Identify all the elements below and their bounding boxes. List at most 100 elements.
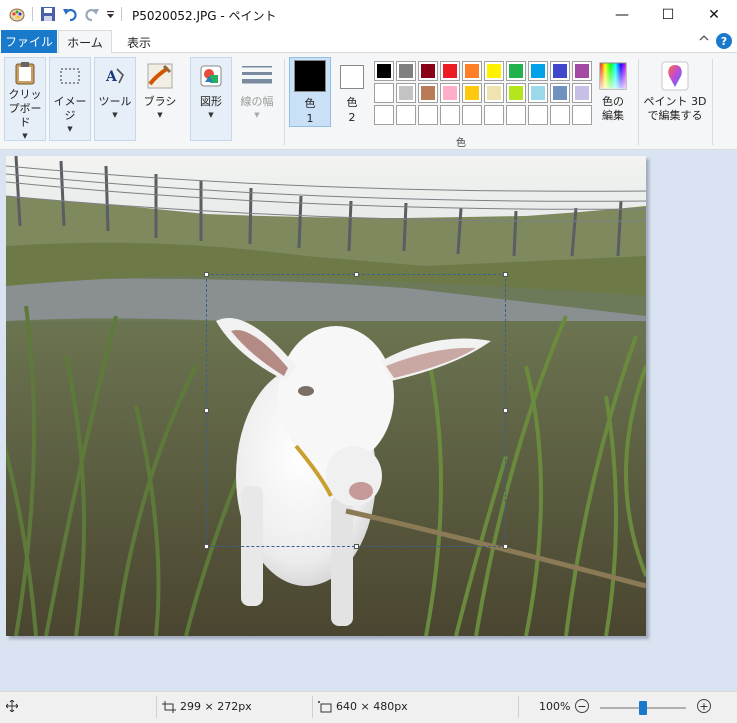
group-separator (712, 59, 713, 145)
undo-icon[interactable] (59, 4, 81, 24)
palette-empty-swatch[interactable] (440, 105, 460, 125)
palette-color-swatch[interactable] (440, 83, 460, 103)
maximize-button[interactable]: ☐ (645, 0, 691, 29)
resize-handle[interactable] (204, 408, 209, 413)
save-icon[interactable] (37, 4, 59, 24)
palette-color-swatch[interactable] (374, 83, 394, 103)
palette-color-swatch[interactable] (528, 61, 548, 81)
palette-color-swatch[interactable] (418, 83, 438, 103)
swatch-fill (575, 108, 589, 122)
swatch-fill (421, 108, 435, 122)
collapse-ribbon-icon[interactable] (699, 32, 709, 45)
help-icon[interactable]: ? (716, 33, 732, 49)
paint3d-icon (659, 60, 691, 92)
paint-app-icon[interactable] (6, 4, 28, 24)
paint3d-label-1: ペイント 3D (643, 95, 707, 108)
palette-empty-swatch[interactable] (506, 105, 526, 125)
swatch-fill (443, 86, 457, 100)
cursor-position-icon (6, 700, 18, 712)
color2-selector[interactable]: 色 2 (331, 57, 373, 127)
chevron-down-icon: ▼ (208, 111, 214, 119)
tools-label: ツール (98, 95, 132, 108)
clipboard-button[interactable]: クリップボード ▼ (4, 57, 46, 141)
swatch-fill (509, 86, 523, 100)
tab-view[interactable]: 表示 (114, 30, 164, 54)
swatch-fill (399, 64, 413, 78)
palette-empty-swatch[interactable] (374, 105, 394, 125)
swatch-fill (575, 64, 589, 78)
palette-color-swatch[interactable] (440, 61, 460, 81)
palette-color-swatch[interactable] (528, 83, 548, 103)
swatch-fill (509, 108, 523, 122)
edit-colors-button[interactable]: 色の 編集 (594, 57, 632, 141)
palette-color-swatch[interactable] (484, 83, 504, 103)
shapes-label: 図形 (200, 95, 222, 108)
svg-text:A: A (105, 69, 118, 85)
palette-color-swatch[interactable] (506, 61, 526, 81)
shapes-button[interactable]: 図形 ▼ (190, 57, 232, 141)
palette-color-swatch[interactable] (462, 61, 482, 81)
color-palette (374, 61, 592, 125)
status-separator (518, 696, 519, 718)
redo-icon[interactable] (81, 4, 103, 24)
selection-rectangle[interactable] (204, 272, 508, 549)
minimize-button[interactable]: — (599, 0, 645, 29)
tab-file[interactable]: ファイル (1, 30, 57, 53)
swatch-fill (531, 64, 545, 78)
resize-handle[interactable] (204, 272, 209, 277)
swatch-fill (377, 86, 391, 100)
zoom-slider[interactable] (600, 701, 686, 715)
palette-color-swatch[interactable] (506, 83, 526, 103)
palette-empty-swatch[interactable] (418, 105, 438, 125)
resize-handle[interactable] (204, 544, 209, 549)
paint3d-label-2: で編集する (647, 109, 703, 122)
palette-color-swatch[interactable] (374, 61, 394, 81)
palette-color-swatch[interactable] (572, 61, 592, 81)
palette-empty-swatch[interactable] (550, 105, 570, 125)
palette-color-swatch[interactable] (550, 61, 570, 81)
image-canvas[interactable] (6, 156, 646, 636)
customize-qat-icon[interactable] (103, 4, 117, 24)
palette-color-swatch[interactable] (418, 61, 438, 81)
resize-handle[interactable] (503, 408, 508, 413)
palette-empty-swatch[interactable] (462, 105, 482, 125)
swatch-fill (421, 86, 435, 100)
image-button[interactable]: イメージ ▼ (49, 57, 91, 141)
zoom-out-button[interactable]: − (575, 699, 589, 713)
swatch-fill (377, 64, 391, 78)
zoom-in-button[interactable]: + (697, 699, 711, 713)
brush-label: ブラシ (143, 95, 177, 108)
palette-empty-swatch[interactable] (572, 105, 592, 125)
tab-home[interactable]: ホーム (58, 30, 112, 54)
palette-color-swatch[interactable] (550, 83, 570, 103)
swatch-fill (487, 108, 501, 122)
palette-empty-swatch[interactable] (528, 105, 548, 125)
brush-icon (144, 60, 176, 92)
color2-swatch (340, 65, 364, 89)
swatch-fill (487, 86, 501, 100)
colors-group-label: 色 (456, 138, 466, 149)
swatch-fill (443, 108, 457, 122)
line-width-icon (241, 60, 273, 92)
resize-handle[interactable] (503, 272, 508, 277)
palette-empty-swatch[interactable] (396, 105, 416, 125)
close-button[interactable]: ✕ (691, 0, 737, 29)
resize-handle[interactable] (354, 544, 359, 549)
zoom-slider-thumb[interactable] (639, 701, 647, 715)
palette-empty-swatch[interactable] (484, 105, 504, 125)
resize-handle[interactable] (354, 272, 359, 277)
color1-selector[interactable]: 色 1 (289, 57, 331, 127)
color-spectrum-icon (597, 60, 629, 92)
tools-button[interactable]: A ツール ▼ (94, 57, 136, 141)
palette-color-swatch[interactable] (396, 61, 416, 81)
palette-color-swatch[interactable] (484, 61, 504, 81)
edit-with-paint3d-button[interactable]: ペイント 3D で編集する (644, 57, 706, 141)
swatch-fill (465, 64, 479, 78)
palette-color-swatch[interactable] (462, 83, 482, 103)
color2-label: 色 (346, 96, 358, 109)
palette-color-swatch[interactable] (572, 83, 592, 103)
image-size-text: 640 × 480px (336, 700, 408, 713)
brush-button[interactable]: ブラシ ▼ (139, 57, 181, 141)
resize-handle[interactable] (503, 544, 508, 549)
palette-color-swatch[interactable] (396, 83, 416, 103)
